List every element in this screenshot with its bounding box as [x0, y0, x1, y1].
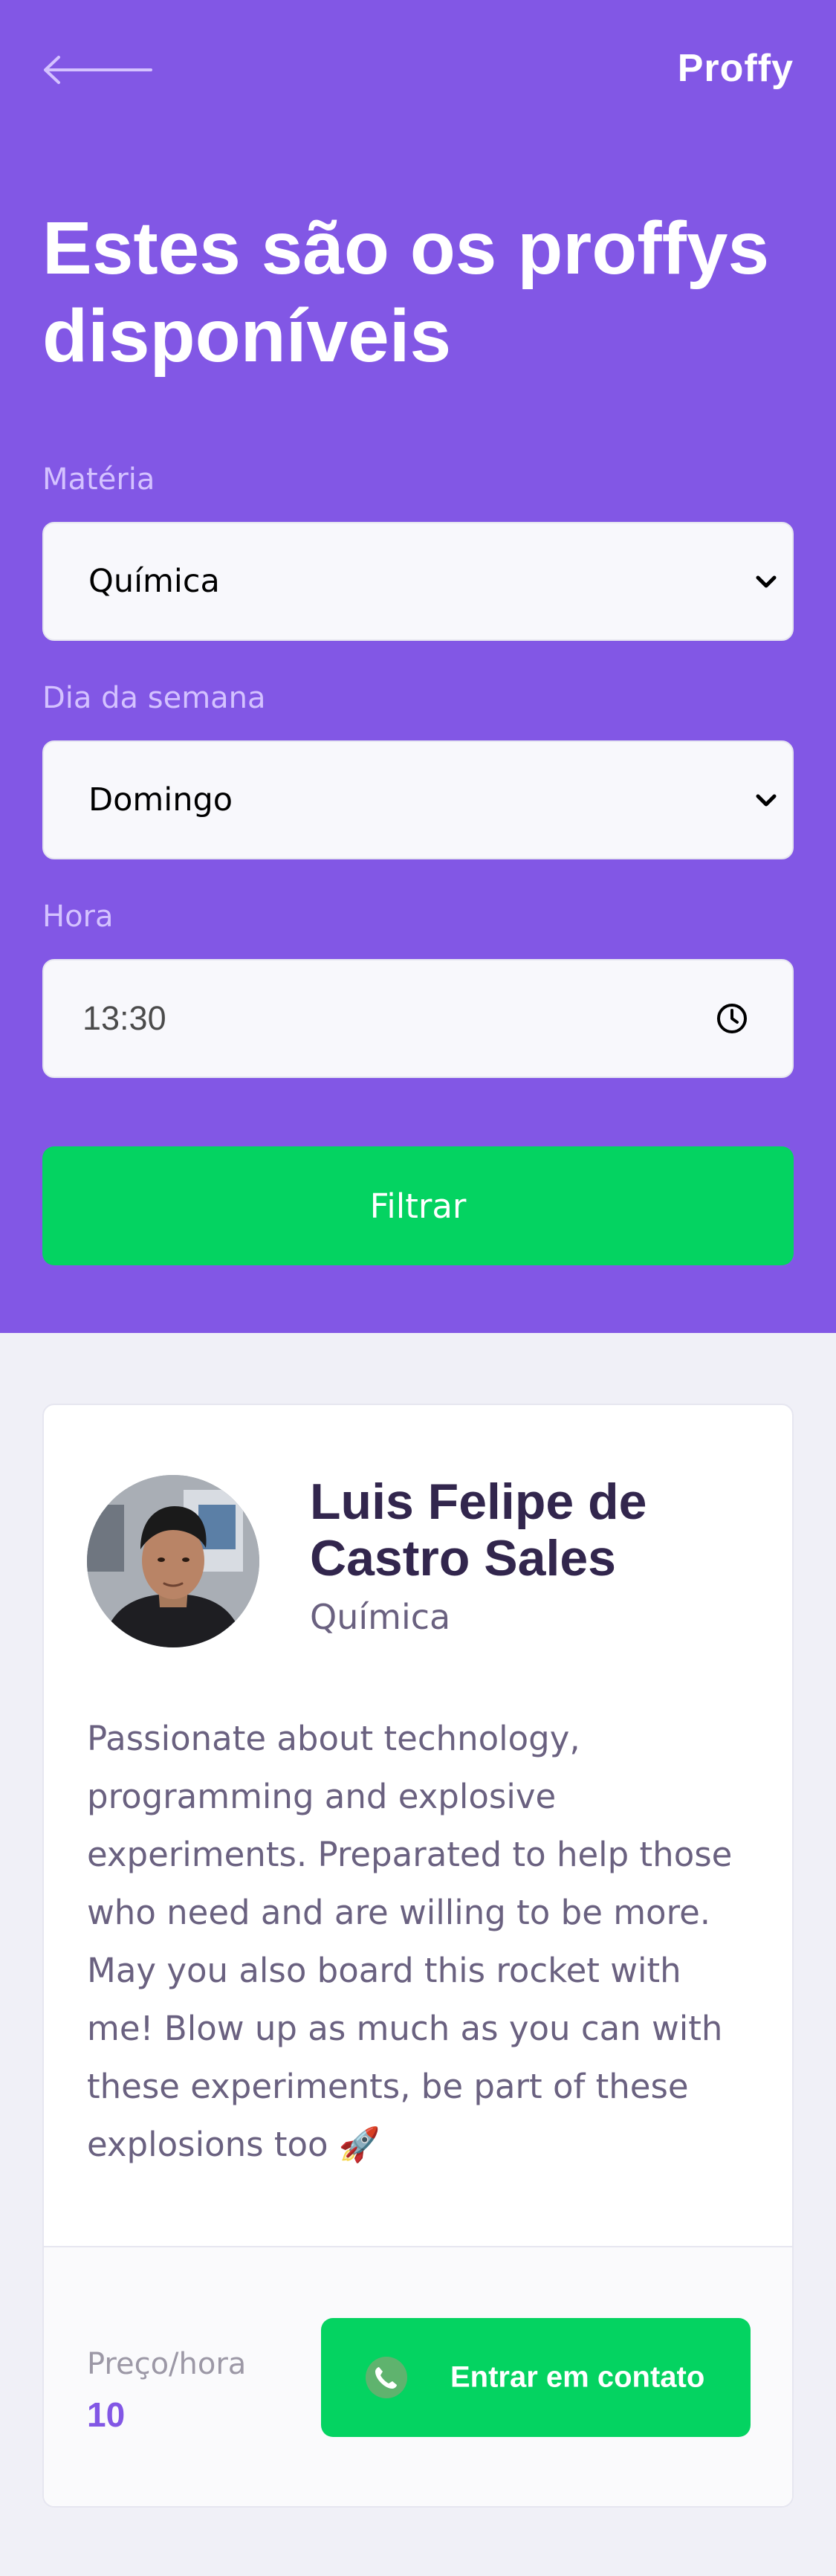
- page-title: Estes são os proffys disponíveis: [42, 207, 770, 378]
- price-value: 10: [87, 2395, 126, 2434]
- whatsapp-icon: [366, 2357, 407, 2398]
- subject-select-value: Química: [88, 563, 220, 600]
- logo: Proffy: [677, 47, 794, 90]
- clock-icon[interactable]: [715, 1001, 749, 1036]
- time-label: Hora: [42, 900, 114, 934]
- time-input-value: 13:30: [82, 999, 166, 1037]
- teacher-bio-text: Passionate about technology, programming…: [87, 1719, 733, 2164]
- contact-button-label: Entrar em contato: [450, 2360, 705, 2394]
- page-header: Proffy Estes são os proffys disponíveis …: [0, 0, 836, 1333]
- rocket-emoji: 🚀: [338, 2125, 380, 2164]
- card-footer: Preço/hora 10 Entrar em contato: [44, 2246, 792, 2506]
- time-input[interactable]: 13:30: [42, 959, 794, 1078]
- avatar-photo: [87, 1475, 259, 1647]
- price-label: Preço/hora: [87, 2347, 247, 2381]
- subject-select[interactable]: Química: [42, 522, 794, 641]
- teacher-name: Luis Felipe de Castro Sales: [310, 1473, 647, 1586]
- weekday-label: Dia da semana: [42, 681, 266, 715]
- teacher-card: Luis Felipe de Castro Sales Química Pass…: [42, 1404, 794, 2508]
- avatar: [87, 1475, 259, 1647]
- weekday-select-value: Domingo: [88, 781, 233, 819]
- weekday-select[interactable]: Domingo: [42, 740, 794, 859]
- filter-button[interactable]: Filtrar: [42, 1146, 794, 1265]
- contact-button[interactable]: Entrar em contato: [321, 2318, 751, 2437]
- teacher-subject: Química: [310, 1597, 451, 1637]
- chevron-down-icon: [756, 575, 777, 588]
- teacher-bio: Passionate about technology, programming…: [87, 1710, 756, 2174]
- chevron-down-icon: [756, 794, 777, 807]
- arrow-left-icon[interactable]: [42, 55, 152, 85]
- subject-label: Matéria: [42, 462, 155, 497]
